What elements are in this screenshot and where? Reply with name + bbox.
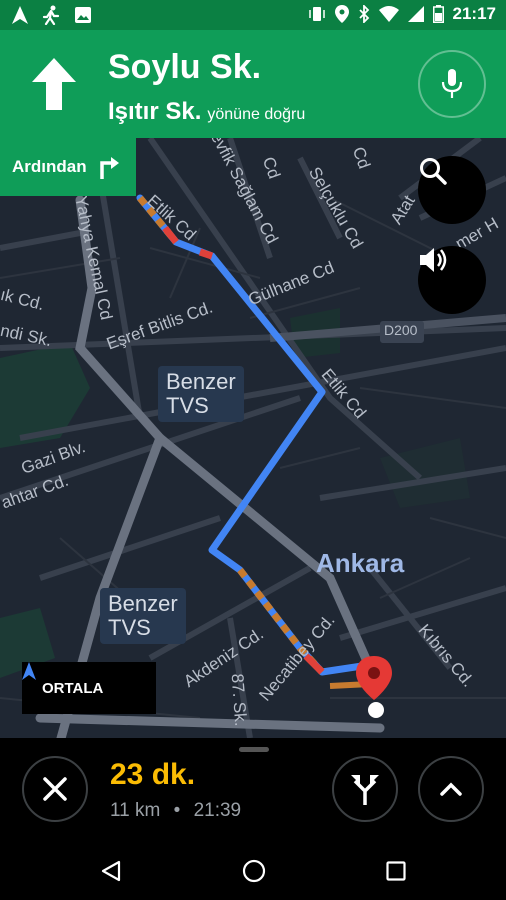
current-street: Soylu Sk. — [108, 48, 262, 86]
poi-name: Benzer — [108, 591, 178, 616]
vibrate-icon — [308, 7, 325, 21]
eta-duration: 23 dk. — [110, 758, 196, 791]
voice-search-button[interactable] — [418, 50, 486, 118]
chevron-up-icon — [440, 782, 462, 796]
microphone-icon — [441, 69, 463, 98]
image-icon — [75, 7, 91, 23]
status-bar: 21:17 — [0, 0, 506, 30]
toward-street-name: Işıtır Sk. — [108, 98, 202, 125]
search-icon — [420, 158, 447, 185]
wifi-icon — [378, 6, 399, 22]
expand-sheet-button[interactable] — [418, 756, 484, 822]
toward-suffix: yönüne doğru — [207, 106, 306, 123]
fork-route-icon — [351, 775, 379, 805]
then-label: Ardından — [12, 157, 87, 176]
eta-separator: • — [173, 800, 181, 821]
sound-button[interactable] — [418, 246, 486, 314]
navigation-icon — [12, 6, 28, 24]
recenter-button[interactable]: ORTALA — [22, 662, 156, 714]
status-right-icons: 21:17 — [308, 4, 496, 24]
recenter-label: ORTALA — [42, 679, 104, 697]
toward-street: Işıtır Sk. yönüne doğru — [108, 98, 305, 126]
status-left-icons — [12, 5, 92, 25]
battery-icon — [432, 5, 444, 23]
label-d200: D200 — [384, 322, 418, 338]
bluetooth-icon — [358, 5, 369, 23]
city-label-ankara: Ankara — [316, 548, 405, 578]
trip-distance: 11 km — [110, 800, 161, 821]
eta-details: 11 km • 21:39 — [110, 800, 241, 822]
close-icon — [43, 777, 67, 801]
alternate-routes-button[interactable] — [332, 756, 398, 822]
straight-arrow-icon — [32, 58, 76, 110]
poi-benzer-tvs-2[interactable]: Benzer TVS — [100, 588, 186, 644]
arrival-time: 21:39 — [193, 800, 242, 821]
recents-square-icon[interactable] — [386, 861, 406, 881]
poi-name: Benzer — [166, 369, 236, 394]
volume-icon — [420, 248, 447, 272]
system-navigation-bar — [0, 838, 506, 900]
search-along-route-button[interactable] — [418, 156, 486, 224]
navigation-arrow-icon — [22, 662, 36, 680]
turn-right-icon — [99, 157, 119, 179]
map-view[interactable]: Etlik Cd evfik Sağlam Cd Selçuklu Cd Ata… — [0, 138, 506, 742]
exit-navigation-button[interactable] — [22, 756, 88, 822]
then-turn-chip: Ardından — [0, 138, 136, 196]
home-circle-icon[interactable] — [242, 859, 266, 883]
signal-icon — [407, 6, 424, 22]
running-icon — [42, 5, 60, 25]
sheet-drag-handle[interactable] — [239, 747, 269, 752]
poi-subname: TVS — [108, 615, 151, 640]
navigation-header: Soylu Sk. Işıtır Sk. yönüne doğru — [0, 30, 506, 138]
trip-summary-sheet[interactable]: 23 dk. 11 km • 21:39 — [0, 738, 506, 838]
poi-subname: TVS — [166, 393, 209, 418]
poi-benzer-tvs-1[interactable]: Benzer TVS — [158, 366, 244, 422]
location-icon — [334, 5, 349, 23]
label-87-sk: 87. Sk. — [227, 672, 251, 728]
back-triangle-icon[interactable] — [100, 860, 122, 882]
status-time: 21:17 — [452, 4, 496, 23]
